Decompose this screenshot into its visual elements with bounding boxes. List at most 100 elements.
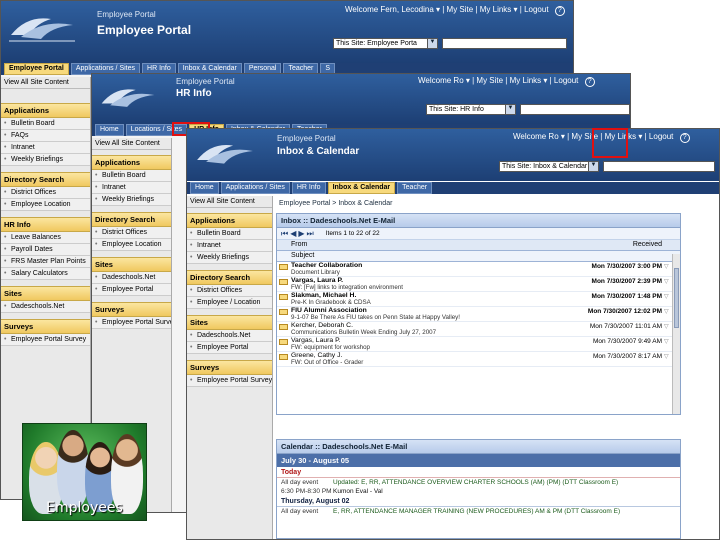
mail-subject[interactable]: Communications Bulletin Week Ending July… <box>291 329 590 336</box>
mail-row[interactable]: Slakman, Michael H. Pre-K In Gradebook & … <box>277 292 672 307</box>
flag-icon[interactable]: ▽ <box>664 307 672 315</box>
mail-subject[interactable]: FW: equipment for workshop <box>291 344 593 351</box>
chevron-down-icon[interactable]: ▼ <box>589 161 599 172</box>
nav-item[interactable]: Payroll Dates <box>1 244 90 256</box>
nav-item[interactable]: Employee Portal Survey <box>92 317 171 329</box>
nav-heading-sites[interactable]: Sites <box>1 286 90 301</box>
nav-item[interactable]: Employee Location <box>92 239 171 251</box>
tab-home[interactable]: Home <box>95 124 124 136</box>
calendar-event[interactable]: 6:30 PM-8:30 PM Kumon Eval - Val <box>277 487 680 496</box>
mail-from[interactable]: Vargas, Laura P. <box>291 337 593 344</box>
flag-icon[interactable]: ▽ <box>664 277 672 285</box>
mail-from[interactable]: Greene, Cathy J. <box>291 352 593 359</box>
help-icon[interactable]: ? <box>554 6 565 16</box>
col-received[interactable]: Received <box>633 240 680 250</box>
help-icon[interactable]: ? <box>679 133 690 143</box>
search-input[interactable] <box>442 38 567 49</box>
nav-heading-surveys[interactable]: Surveys <box>1 319 90 334</box>
nav-item[interactable]: Bulletin Board <box>1 118 90 130</box>
nav-item[interactable]: Employee Portal Survey <box>1 334 90 346</box>
calendar-event[interactable]: All day event Updated: E, RR, ATTENDANCE … <box>277 478 680 487</box>
prev-page-icon[interactable]: ◀ <box>290 229 296 238</box>
mail-row[interactable]: FIU Alumni Association 9-1-07 Be There As… <box>277 307 672 322</box>
breadcrumb[interactable]: Employee Portal > Inbox & Calendar <box>279 200 392 207</box>
mail-row[interactable]: Vargas, Laura P. FW: [Fw] links to integr… <box>277 277 672 292</box>
chevron-down-icon[interactable]: ▼ <box>506 104 516 115</box>
nav-heading-hr-info[interactable]: HR Info <box>1 217 90 232</box>
nav-item[interactable]: Weekly Briefings <box>187 252 272 264</box>
first-page-icon[interactable]: ⏮ <box>281 229 288 239</box>
nav-item[interactable]: Employee Portal Surveys <box>187 375 272 387</box>
flag-icon[interactable]: ▽ <box>664 322 672 330</box>
nav-item[interactable]: Employee Portal <box>92 284 171 296</box>
user-links[interactable]: Welcome Fern, Lecodina ▾ | My Site | My … <box>345 5 549 14</box>
nav-heading-directory-search[interactable]: Directory Search <box>187 270 272 285</box>
search-scope[interactable]: This Site: Inbox & Calendar ▼ <box>499 161 715 172</box>
flag-icon[interactable]: ▽ <box>664 292 672 300</box>
search-scope[interactable]: This Site: HR Info ▼ <box>426 104 630 115</box>
nav-item[interactable]: District Offices <box>1 187 90 199</box>
nav-item[interactable]: Employee / Location <box>187 297 272 309</box>
nav-heading-applications[interactable]: Applications <box>187 213 272 228</box>
search-scope-select[interactable]: This Site: Employee Porta <box>333 38 428 49</box>
chevron-down-icon[interactable]: ▼ <box>428 38 438 49</box>
nav-item[interactable]: Intranet <box>187 240 272 252</box>
mail-subject[interactable]: FW: [Fw] links to integration environmen… <box>291 284 592 291</box>
nav-item[interactable]: Salary Calculators <box>1 268 90 280</box>
last-page-icon[interactable]: ⏭ <box>307 229 314 239</box>
nav-heading-applications[interactable]: Applications <box>92 155 171 170</box>
mail-from[interactable]: Vargas, Laura P. <box>291 277 592 284</box>
mail-row[interactable]: Greene, Cathy J. FW: Out of Office - Grad… <box>277 352 672 367</box>
nav-item[interactable]: Leave Balances <box>1 232 90 244</box>
event-description[interactable]: Kumon Eval - Val <box>333 488 383 495</box>
inbox-scrollbar[interactable] <box>672 254 680 414</box>
user-links[interactable]: Welcome Ro ▾ | My Site | My Links ▾ | Lo… <box>418 76 578 85</box>
flag-icon[interactable]: ▽ <box>664 352 672 360</box>
search-input[interactable] <box>520 104 630 115</box>
tab-employee-portal[interactable]: Employee Portal <box>4 63 69 75</box>
nav-item[interactable]: Weekly Briefings <box>92 194 171 206</box>
view-all-site-content-link[interactable]: View All Site Content <box>1 77 90 89</box>
flag-icon[interactable]: ▽ <box>664 262 672 270</box>
flag-icon[interactable]: ▽ <box>664 337 672 345</box>
nav-item[interactable]: Bulletin Board <box>187 228 272 240</box>
nav-item[interactable]: District Offices <box>92 227 171 239</box>
nav-heading-directory-search[interactable]: Directory Search <box>1 172 90 187</box>
event-description[interactable]: E, RR, ATTENDANCE MANAGER TRAINING (NEW … <box>333 508 620 515</box>
nav-heading-surveys[interactable]: Surveys <box>187 360 272 375</box>
help-icon[interactable]: ? <box>584 77 595 87</box>
tab-hr-info[interactable]: HR Info <box>291 182 326 194</box>
mail-subject[interactable]: 9-1-07 Be There As FIU takes on Penn Sta… <box>291 314 588 321</box>
nav-item[interactable]: Weekly Briefings <box>1 154 90 166</box>
nav-heading-directory-search[interactable]: Directory Search <box>92 212 171 227</box>
nav-heading-sites[interactable]: Sites <box>92 257 171 272</box>
view-all-site-content-link[interactable]: View All Site Content <box>187 196 272 208</box>
search-scope[interactable]: This Site: Employee Porta ▼ <box>333 38 567 49</box>
view-all-site-content-link[interactable]: View All Site Content <box>92 138 171 150</box>
mail-row[interactable]: Kercher, Deborah C. Communications Bullet… <box>277 322 672 337</box>
next-page-icon[interactable]: ▶ <box>298 229 304 238</box>
nav-item[interactable]: Employee Location <box>1 199 90 211</box>
nav-heading-surveys[interactable]: Surveys <box>92 302 171 317</box>
mail-subject[interactable]: Document Library <box>291 269 592 276</box>
nav-heading-sites[interactable]: Sites <box>187 315 272 330</box>
search-scope-select[interactable]: This Site: Inbox & Calendar <box>499 161 589 172</box>
nav-item[interactable]: District Offices <box>187 285 272 297</box>
tab-inbox-calendar[interactable]: Inbox & Calendar <box>327 182 396 194</box>
mail-subject[interactable]: FW: Out of Office - Grader <box>291 359 593 366</box>
nav-item[interactable]: Dadeschools.Net <box>92 272 171 284</box>
nav-item[interactable]: Intranet <box>1 142 90 154</box>
mail-row[interactable]: Vargas, Laura P. FW: equipment for worksh… <box>277 337 672 352</box>
nav-item[interactable]: FRS Master Plan Points <box>1 256 90 268</box>
mail-from[interactable]: Slakman, Michael H. <box>291 292 592 299</box>
mail-from[interactable]: FIU Alumni Association <box>291 307 588 314</box>
nav-heading-applications[interactable]: Applications <box>1 103 90 118</box>
nav-item[interactable]: Dadeschools.Net <box>187 330 272 342</box>
mail-subject[interactable]: Pre-K In Gradebook & CDSA <box>291 299 592 306</box>
tab-home[interactable]: Home <box>190 182 219 194</box>
mail-from[interactable]: Kercher, Deborah C. <box>291 322 590 329</box>
mail-row[interactable]: Teacher Collaboration Document Library Mon… <box>277 262 672 277</box>
search-scope-select[interactable]: This Site: HR Info <box>426 104 506 115</box>
mail-from[interactable]: Teacher Collaboration <box>291 262 592 269</box>
col-from[interactable]: From <box>291 240 633 250</box>
